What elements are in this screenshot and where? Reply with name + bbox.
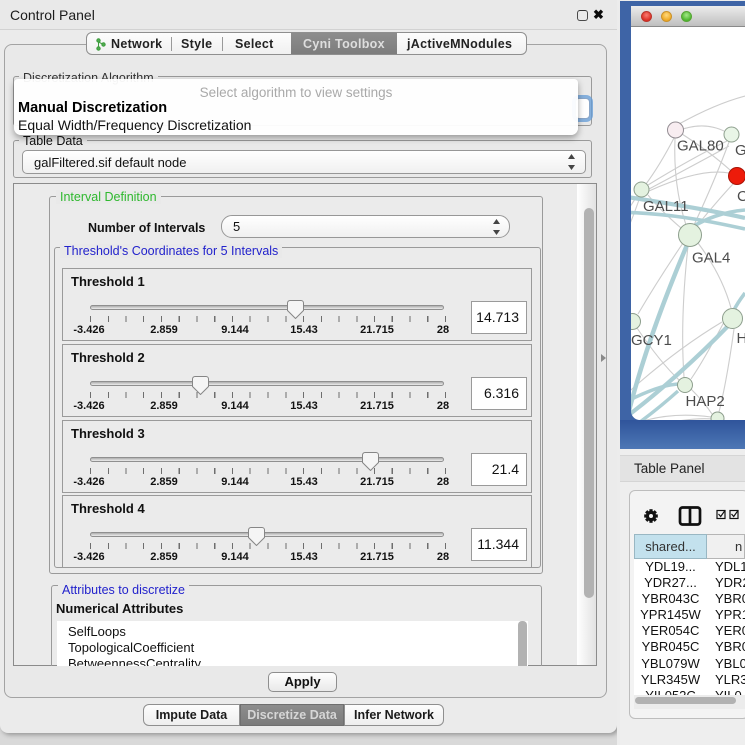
svg-text:GAL80: GAL80 — [677, 138, 724, 155]
svg-text:GAL11: GAL11 — [643, 198, 689, 215]
svg-text:H: H — [737, 330, 745, 347]
svg-text:GAL4: GAL4 — [692, 250, 730, 267]
svg-text:GA: GA — [735, 142, 745, 159]
svg-text:C: C — [737, 188, 745, 205]
svg-text:HAP2: HAP2 — [686, 393, 725, 410]
svg-text:GCY1: GCY1 — [631, 332, 672, 349]
